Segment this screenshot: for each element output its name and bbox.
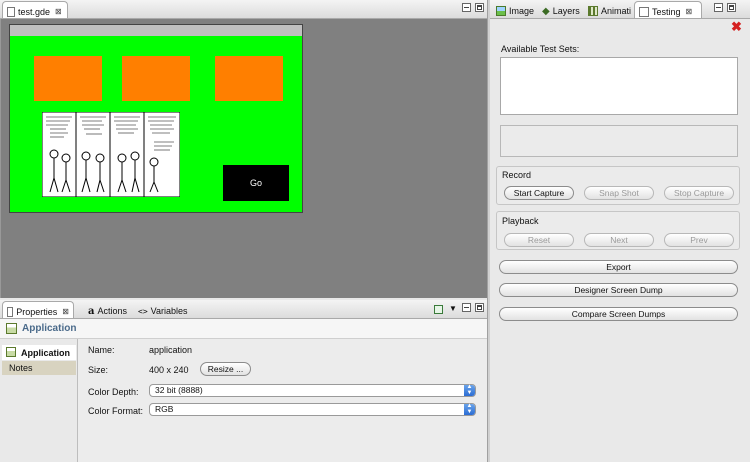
maximize-icon[interactable]	[727, 3, 736, 12]
minimize-icon[interactable]	[462, 303, 471, 312]
properties-icon	[7, 306, 14, 317]
pin-icon[interactable]	[434, 305, 443, 314]
properties-title: Application	[22, 323, 77, 334]
editor-tabbar: test.gde ⊠	[0, 0, 487, 19]
tab-label: Testing	[652, 6, 681, 17]
tab-test-gde[interactable]: test.gde ⊠	[2, 1, 68, 18]
close-icon[interactable]: ⊠	[686, 7, 693, 16]
playback-group: Playback Reset Next Prev	[496, 211, 740, 250]
tab-label: Properties	[16, 306, 58, 317]
go-button-label: Go	[249, 178, 262, 188]
tab-label: Variables	[150, 306, 188, 316]
tab-label: Layers	[552, 6, 580, 16]
application-icon	[6, 323, 17, 334]
device-screen[interactable]: Go	[9, 24, 303, 213]
minimize-icon[interactable]	[462, 3, 471, 12]
image-icon	[496, 6, 506, 16]
testing-icon	[639, 6, 649, 17]
document-icon	[7, 6, 15, 17]
color-format-label: Color Format:	[88, 406, 144, 416]
tab-label: Animati	[601, 6, 632, 16]
animation-icon	[588, 6, 598, 16]
name-label: Name:	[88, 345, 115, 355]
tab-label: Image	[509, 6, 535, 16]
orange-box-2[interactable]	[122, 56, 190, 101]
color-depth-value: 32 bit (8888)	[155, 385, 203, 395]
tab-layers[interactable]: ◆ Layers	[538, 1, 584, 18]
tab-properties[interactable]: Properties ⊠	[2, 301, 74, 318]
orange-box-3[interactable]	[215, 56, 283, 101]
properties-header: Application	[0, 319, 487, 339]
tab-label: test.gde	[18, 6, 51, 17]
tab-image[interactable]: Image	[492, 1, 538, 18]
snap-shot-button[interactable]: Snap Shot	[584, 186, 654, 200]
color-format-select[interactable]: RGB ▲ ▼	[149, 403, 476, 416]
compare-screen-dumps-button[interactable]: Compare Screen Dumps	[499, 307, 738, 321]
comic-image[interactable]	[42, 112, 180, 197]
test-sets-list[interactable]	[500, 57, 738, 115]
go-button[interactable]: Go	[223, 165, 289, 201]
application-icon	[6, 347, 16, 357]
color-depth-label: Color Depth:	[88, 387, 139, 397]
prev-button[interactable]: Prev	[664, 233, 734, 247]
export-button[interactable]: Export	[499, 260, 738, 274]
layers-icon: ◆	[542, 5, 550, 17]
color-format-value: RGB	[155, 404, 174, 414]
size-value: 400 x 240	[149, 365, 189, 375]
delete-icon[interactable]: ✖	[731, 20, 742, 33]
tab-label: Actions	[97, 306, 127, 316]
designer-screen-dump-button[interactable]: Designer Screen Dump	[499, 283, 738, 297]
tab-actions[interactable]: a Actions	[84, 301, 131, 318]
properties-sidebar: Application Notes	[0, 339, 78, 462]
canvas-area[interactable]: Go	[0, 19, 487, 298]
available-test-sets-label: Available Test Sets:	[501, 44, 580, 54]
playback-title: Playback	[502, 216, 539, 226]
sidebar-item-application[interactable]: Application	[2, 345, 76, 360]
test-set-details[interactable]	[500, 125, 738, 157]
sidebar-item-label: Notes	[9, 363, 33, 373]
minimize-icon[interactable]	[714, 3, 723, 12]
stop-capture-button[interactable]: Stop Capture	[664, 186, 734, 200]
size-label: Size:	[88, 365, 109, 375]
maximize-icon[interactable]	[475, 3, 484, 12]
chevron-updown-icon: ▲ ▼	[464, 384, 475, 396]
record-group: Record Start Capture Snap Shot Stop Capt…	[496, 166, 740, 205]
properties-tabbar: Properties ⊠ a Actions <> Variables ▼	[0, 300, 487, 319]
sidebar-item-notes[interactable]: Notes	[2, 361, 76, 375]
record-title: Record	[502, 170, 532, 180]
close-icon[interactable]: ⊠	[62, 307, 69, 316]
view-menu-icon[interactable]: ▼	[449, 304, 457, 313]
color-depth-select[interactable]: 32 bit (8888) ▲ ▼	[149, 384, 476, 397]
chevron-updown-icon: ▲ ▼	[464, 403, 475, 415]
maximize-icon[interactable]	[475, 303, 484, 312]
properties-content: Name: application Size: 400 x 240 Resize…	[78, 339, 487, 462]
start-capture-button[interactable]: Start Capture	[504, 186, 574, 200]
reset-button[interactable]: Reset	[504, 233, 574, 247]
resize-button[interactable]: Resize ...	[200, 362, 251, 376]
right-tabbar: Image ◆ Layers Animati Testing ⊠	[490, 0, 750, 19]
tab-testing[interactable]: Testing ⊠	[634, 1, 702, 18]
tab-variables[interactable]: <> Variables	[134, 301, 192, 318]
actions-icon: a	[88, 305, 95, 317]
close-icon[interactable]: ⊠	[55, 7, 62, 16]
tab-animation[interactable]: Animati	[584, 1, 635, 18]
testing-panel: ✖ Available Test Sets: Record Start Capt…	[490, 19, 750, 462]
orange-box-1[interactable]	[34, 56, 102, 101]
screen-title-bar	[10, 25, 302, 36]
next-button[interactable]: Next	[584, 233, 654, 247]
name-value: application	[149, 345, 193, 355]
sidebar-item-label: Application	[21, 348, 70, 358]
variables-icon: <>	[138, 306, 148, 316]
